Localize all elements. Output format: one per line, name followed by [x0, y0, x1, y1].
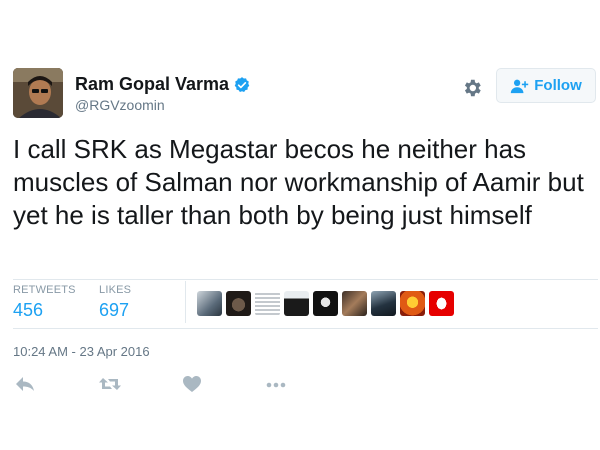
liker-avatar-4[interactable]: [284, 291, 309, 316]
liker-avatar-6[interactable]: [342, 291, 367, 316]
tweet-timestamp[interactable]: 10:24 AM - 23 Apr 2016: [13, 344, 150, 359]
retweet-icon: [99, 378, 121, 390]
follow-button-label: Follow: [534, 77, 582, 94]
liker-avatar-2[interactable]: [226, 291, 251, 316]
tweet-text: I call SRK as Megastar becos he neither …: [13, 134, 584, 230]
likes-stat[interactable]: LIKES 697: [99, 284, 131, 321]
retweets-stat[interactable]: RETWEETS 456: [13, 284, 76, 321]
liker-avatar-5[interactable]: [313, 291, 338, 316]
stats-divider-top: [13, 279, 598, 280]
stats-separator: [185, 281, 186, 323]
reply-button[interactable]: [14, 374, 36, 394]
author-display-name[interactable]: Ram Gopal Varma: [75, 74, 229, 95]
retweets-label: RETWEETS: [13, 284, 76, 296]
follow-button[interactable]: Follow: [496, 68, 596, 103]
retweet-button[interactable]: [98, 374, 121, 394]
more-icon: [266, 382, 286, 388]
likes-count: 697: [99, 300, 130, 320]
like-icon: [183, 376, 201, 392]
liker-avatars: [197, 291, 454, 316]
add-user-icon: [511, 79, 529, 93]
retweets-count: 456: [13, 300, 44, 320]
author-name-row: Ram Gopal Varma: [75, 74, 251, 95]
more-button[interactable]: [265, 374, 287, 394]
likes-label: LIKES: [99, 284, 132, 296]
stats-divider-bottom: [13, 328, 598, 329]
tweet-card: Ram Gopal Varma @RGVzoomin Follow I call…: [0, 0, 600, 450]
like-button[interactable]: [182, 374, 204, 394]
liker-avatar-1[interactable]: [197, 291, 222, 316]
verified-badge-icon: [234, 76, 250, 92]
liker-avatar-7[interactable]: [371, 291, 396, 316]
author-avatar[interactable]: [13, 68, 63, 118]
liker-avatar-9[interactable]: [429, 291, 454, 316]
gear-icon[interactable]: [461, 77, 483, 99]
reply-icon: [16, 377, 34, 391]
liker-avatar-8[interactable]: [400, 291, 425, 316]
liker-avatar-3[interactable]: [255, 291, 280, 316]
author-handle[interactable]: @RGVzoomin: [75, 97, 165, 113]
